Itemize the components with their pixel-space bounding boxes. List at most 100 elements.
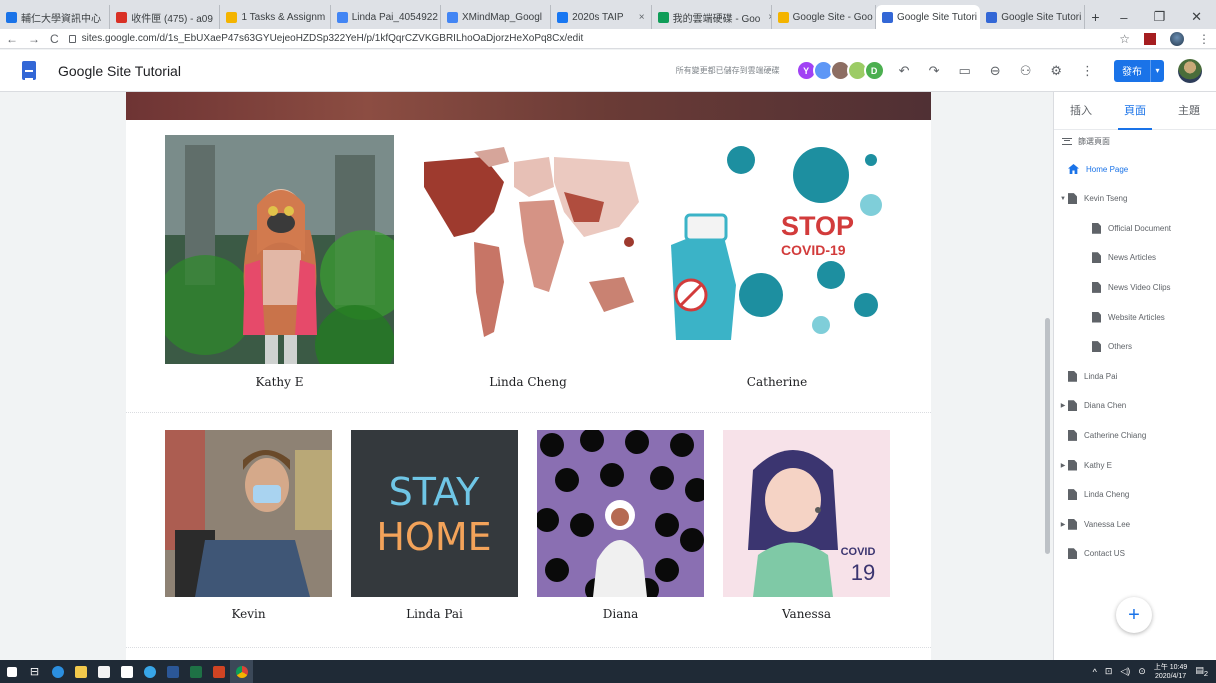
expand-arrow-icon[interactable]: ▶ [1058,462,1068,469]
page-item[interactable]: ▼ Kevin Tseng [1054,189,1216,209]
page-item-label: Contact US [1084,549,1125,559]
browser-tab[interactable]: Google Site - Goo× [772,5,876,29]
gallery-caption: Diana [602,607,639,621]
page-icon [1092,311,1101,323]
canvas-scrollbar[interactable] [1045,318,1050,554]
restore-icon[interactable]: ❐ [1153,9,1165,25]
browser-tab[interactable]: Google Site Tutori× [980,5,1085,29]
file-explorer-icon[interactable] [69,660,92,683]
tab-favicon-icon [777,11,789,23]
edge-browser-icon[interactable] [46,660,69,683]
expand-arrow-icon[interactable]: ▶ [1058,521,1068,528]
crowd-head [655,513,679,537]
tab-close-icon[interactable]: × [635,12,645,23]
page-item[interactable]: Contact US [1054,544,1216,564]
chrome-icon[interactable] [230,660,253,683]
store-icon[interactable] [92,660,115,683]
gallery-image-diana[interactable] [537,430,704,597]
collaborator-avatars: YD [795,60,885,81]
page-item[interactable]: Linda Cheng [1054,485,1216,505]
notification-center-icon[interactable]: ▤2 [1195,665,1208,678]
tab-favicon-icon [986,11,998,23]
page-item[interactable]: Linda Pai [1054,366,1216,386]
new-tab-button[interactable]: + [1085,5,1107,29]
preview-icon[interactable]: ▭ [958,63,970,79]
network-icon[interactable]: ⊡ [1105,666,1113,677]
account-avatar[interactable] [1178,58,1202,83]
page-item[interactable]: ▶ Kathy E [1054,455,1216,475]
tray-chevron-icon[interactable]: ^ [1093,667,1097,677]
collapse-arrow-icon[interactable]: ▼ [1058,196,1068,202]
browser-tab[interactable]: XMindMap_Googl× [441,5,552,29]
browser-tab[interactable]: 收件匣 (475) - a09× [110,5,221,29]
publish-dropdown-icon[interactable]: ▾ [1150,59,1164,82]
task-view-icon[interactable]: ⊟ [23,660,46,683]
page-item[interactable]: Official Document [1054,218,1216,238]
forward-icon[interactable]: → [28,32,40,46]
reload-icon[interactable]: C [50,32,59,46]
gallery-image-stay-home[interactable]: STAY HOME [351,430,518,597]
expand-arrow-icon[interactable]: ▶ [1058,402,1068,409]
share-add-person-icon[interactable]: ⚇ [1020,63,1032,79]
undo-icon[interactable]: ↶ [899,63,910,79]
browser-menu-icon[interactable]: ⋮ [1198,32,1210,46]
minimize-icon[interactable]: – [1120,10,1127,25]
extension-icon[interactable] [1144,32,1156,45]
browser-tab[interactable]: Google Site Tutori× [875,5,981,29]
back-icon[interactable]: ← [6,32,18,46]
taskbar-clock[interactable]: 上午 10:49 2020/4/17 [1154,663,1187,681]
browser-profile-icon[interactable] [1170,31,1184,46]
browser-tab[interactable]: 1 Tasks & Assignm× [220,5,331,29]
browser-tab[interactable]: 2020s TAIP × [551,5,652,29]
notification-count: 2 [1203,668,1208,678]
internet-explorer-icon[interactable] [138,660,161,683]
gallery-caption: Kathy E [255,375,304,389]
gallery-image-vanessa[interactable]: COVID 19 [723,430,890,597]
page-item-label: News Video Clips [1108,282,1171,292]
excel-icon[interactable] [184,660,207,683]
google-sites-logo-icon[interactable] [22,61,36,80]
add-page-fab[interactable]: + [1116,597,1152,633]
redo-icon[interactable]: ↷ [929,63,940,79]
gallery-image-kevin[interactable] [165,430,332,597]
copy-link-icon[interactable]: ⊖ [990,63,1001,79]
page-item[interactable]: Others [1054,337,1216,357]
word-icon[interactable] [161,660,184,683]
page-item-label: Diana Chen [1084,401,1127,411]
browser-tab[interactable]: 輔仁大學資訊中心× [0,5,111,29]
close-window-icon[interactable]: ✕ [1191,9,1202,25]
page-item[interactable]: News Video Clips [1054,277,1216,297]
gallery-caption: Linda Pai [406,607,463,621]
gallery-image-world-map[interactable] [414,142,642,357]
page-item[interactable]: Home Page [1054,159,1216,179]
windows-start-icon[interactable] [0,660,23,683]
more-options-icon[interactable]: ⋮ [1081,63,1094,79]
panel-tab[interactable]: 頁面 [1118,92,1152,130]
gallery-caption: Catherine [746,375,808,389]
filter-pages[interactable]: 篩選頁面 [1054,130,1216,152]
powerpoint-icon[interactable] [207,660,230,683]
page-item[interactable]: ▶ Diana Chen [1054,396,1216,416]
gallery-image-stop-covid[interactable]: STOP COVID-19 [661,135,893,350]
collaborator-avatar[interactable]: D [863,60,885,81]
browser-tab[interactable]: Linda Pai_4054922× [331,5,441,29]
page-item[interactable]: ▶ Vanessa Lee [1054,514,1216,534]
ime-icon[interactable]: ⊙ [1138,666,1146,677]
settings-gear-icon[interactable]: ⚙ [1050,63,1062,79]
url-field[interactable]: sites.google.com/d/1s_EbUXaeP47s63GYUeje… [68,33,583,44]
page-item[interactable]: News Articles [1054,248,1216,268]
tab-close-icon[interactable]: × [764,12,770,23]
site-title[interactable]: Google Site Tutorial [58,63,181,79]
panel-tab[interactable]: 插入 [1066,92,1096,130]
mail-icon[interactable] [115,660,138,683]
page-item[interactable]: Catherine Chiang [1054,425,1216,445]
bookmark-star-icon[interactable]: ☆ [1119,32,1130,46]
clock-time: 上午 10:49 [1153,663,1188,671]
gallery-image-kathy[interactable] [165,135,394,364]
publish-button[interactable]: 發布 [1114,59,1150,82]
volume-icon[interactable]: ◁) [1120,666,1130,677]
page-item[interactable]: Website Articles [1054,307,1216,327]
tab-title: XMindMap_Googl [461,11,542,23]
browser-tab[interactable]: 我的雲端硬碟 - Goo× [652,5,772,29]
panel-tab[interactable]: 主題 [1174,92,1204,130]
